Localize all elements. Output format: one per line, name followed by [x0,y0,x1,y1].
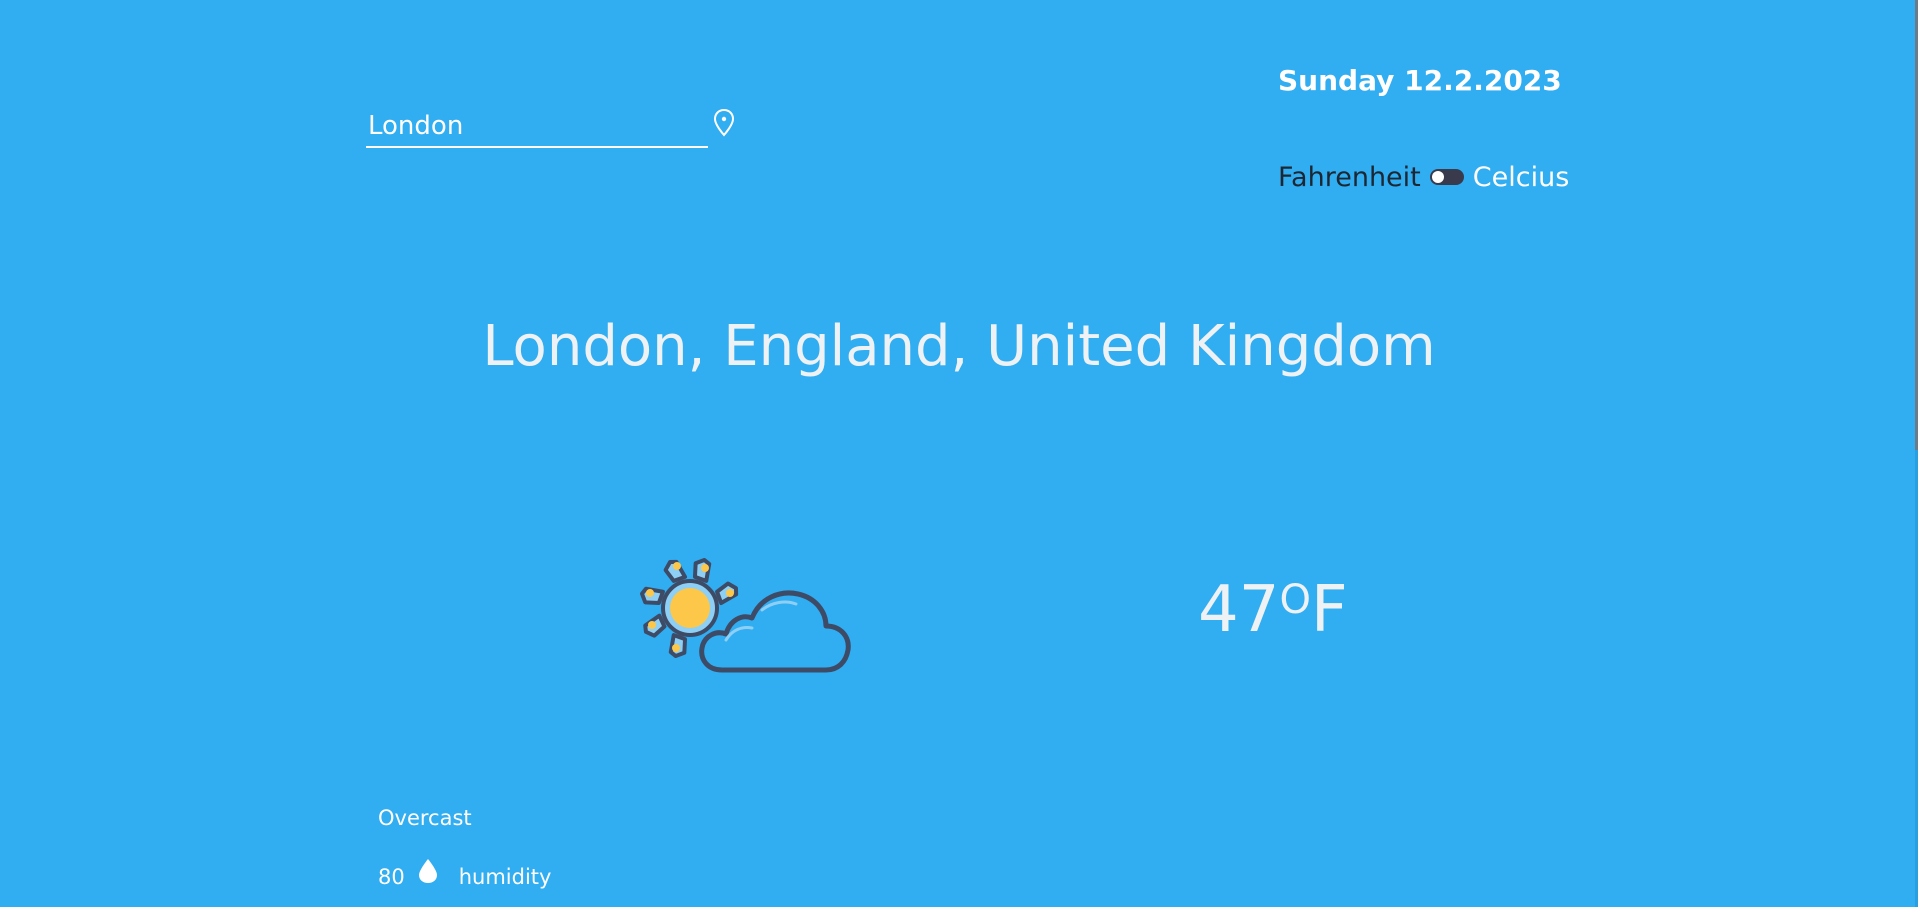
humidity-value: 80 [378,865,405,889]
temperature-value: 47 [1198,573,1280,647]
location-name: London, England, United Kingdom [482,314,1436,379]
water-drop-icon [418,859,437,883]
current-temperature: 47OF [1198,578,1348,642]
map-pin-icon [713,108,735,137]
fahrenheit-label[interactable]: Fahrenheit [1278,162,1421,193]
unit-toggle[interactable] [1429,169,1464,185]
partly-cloudy-icon [630,548,860,678]
unit-switch: Fahrenheit Celcius [1278,160,1569,194]
search-field [366,108,708,148]
weather-condition: Overcast [378,806,472,830]
current-location-button[interactable] [712,108,736,138]
humidity-row: 80 humidity [378,859,552,890]
temperature-unit: F [1310,573,1348,647]
degree-symbol: O [1279,577,1311,623]
celsius-label[interactable]: Celcius [1473,162,1570,193]
unit-toggle-knob [1431,171,1444,183]
city-search-input[interactable] [366,108,706,144]
humidity-label: humidity [458,865,552,889]
current-date: Sunday 12.2.2023 [1278,64,1562,97]
